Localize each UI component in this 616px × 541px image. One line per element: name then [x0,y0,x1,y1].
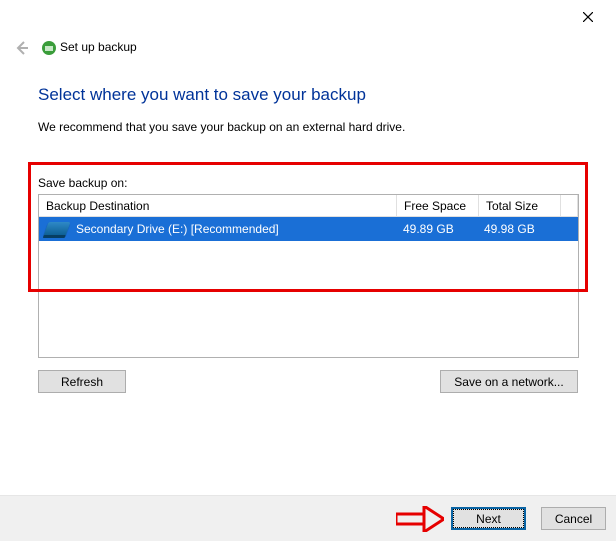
list-header: Backup Destination Free Space Total Size [39,195,578,217]
col-header-pad [561,195,578,217]
window-title: Set up backup [60,40,137,54]
col-header-destination[interactable]: Backup Destination [39,195,397,217]
drive-icon [43,222,70,236]
save-backup-on-label: Save backup on: [38,176,127,190]
cancel-button[interactable]: Cancel [541,507,606,530]
destination-name: Secondary Drive (E:) [Recommended] [76,217,279,241]
refresh-button[interactable]: Refresh [38,370,126,393]
back-icon[interactable] [14,40,30,56]
dialog-footer: Next Cancel [0,495,616,541]
destination-row[interactable]: Secondary Drive (E:) [Recommended] 49.89… [39,217,578,241]
close-button[interactable] [576,5,600,29]
save-on-network-button[interactable]: Save on a network... [440,370,578,393]
destination-free-space: 49.89 GB [396,217,477,241]
backup-wizard-icon [40,38,58,56]
destination-total-size: 49.98 GB [477,217,558,241]
backup-destination-list[interactable]: Backup Destination Free Space Total Size… [38,194,579,358]
col-header-free-space[interactable]: Free Space [397,195,479,217]
page-subheading: We recommend that you save your backup o… [38,120,405,134]
next-button[interactable]: Next [451,507,526,530]
col-header-total-size[interactable]: Total Size [479,195,561,217]
page-heading: Select where you want to save your backu… [38,85,366,105]
title-bar: Set up backup [0,0,616,60]
